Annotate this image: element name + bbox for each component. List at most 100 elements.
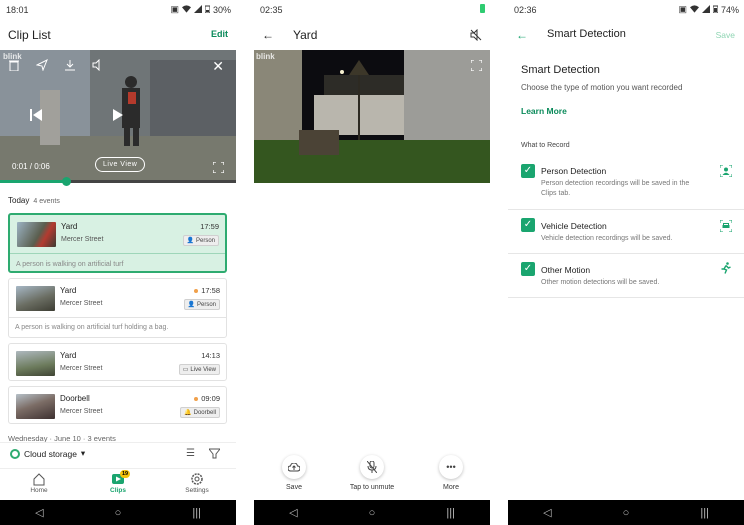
clip-item[interactable]: Yard Mercer Street 14:13 ▭ Live View bbox=[8, 343, 227, 381]
bottom-tab-bar: Home Clips Settings bbox=[0, 468, 236, 498]
recents-icon[interactable]: ||| bbox=[685, 507, 725, 519]
battery-icon bbox=[712, 5, 719, 15]
battery-level: 30% bbox=[212, 4, 231, 15]
clip-location: Mercer Street bbox=[60, 408, 103, 415]
mic-off-icon bbox=[360, 455, 384, 479]
bell-icon: 🔔 bbox=[184, 410, 192, 416]
person-detection-checkbox[interactable]: ✓ bbox=[521, 164, 535, 178]
vehicle-frame-icon bbox=[719, 219, 733, 235]
home-nav-icon[interactable]: ○ bbox=[352, 507, 392, 519]
unmute-label: Tap to unmute bbox=[349, 484, 395, 491]
tab-clips-label: Clips bbox=[110, 487, 126, 494]
clip-item[interactable]: Doorbell Mercer Street 09:09 🔔 Doorbell bbox=[8, 386, 227, 424]
status-bar: 02:36 ▣ 74% bbox=[508, 0, 744, 20]
wifi-icon bbox=[181, 4, 191, 15]
close-icon[interactable]: ✕ bbox=[212, 58, 224, 75]
clip-badge: 👤 Person bbox=[182, 235, 219, 246]
more-icon: ••• bbox=[439, 455, 463, 479]
clip-video-player[interactable]: blink ✕ 0:01 / 0:06 Live View bbox=[0, 50, 236, 182]
nfc-icon: ▣ bbox=[678, 4, 687, 14]
home-nav-icon[interactable]: ○ bbox=[98, 507, 138, 519]
download-icon[interactable] bbox=[64, 58, 78, 72]
tab-settings[interactable]: Settings bbox=[167, 472, 227, 494]
recents-icon[interactable]: ||| bbox=[431, 507, 471, 519]
app-header: ← Yard bbox=[254, 24, 490, 48]
filter-icon[interactable] bbox=[207, 448, 222, 462]
playback-time: 0:01 / 0:06 bbox=[12, 162, 50, 171]
app-header: Clip List Edit bbox=[0, 24, 236, 48]
previous-icon[interactable] bbox=[30, 108, 42, 124]
clip-camera-name: Doorbell bbox=[60, 394, 90, 403]
clip-location: Mercer Street bbox=[61, 236, 104, 243]
clips-count-badge: 19 bbox=[120, 470, 131, 478]
save-label: Save bbox=[286, 484, 302, 491]
edit-button[interactable]: Edit bbox=[211, 29, 228, 39]
adjust-icon[interactable]: ☰ bbox=[186, 448, 195, 462]
clip-divider bbox=[10, 253, 225, 254]
android-nav-bar: ◁ ○ ||| bbox=[254, 500, 490, 525]
option-other-motion[interactable]: ✓ Other Motion Other motion detections w… bbox=[508, 261, 744, 297]
status-time: 02:35 bbox=[260, 5, 283, 15]
clip-badge-label: Person bbox=[195, 237, 215, 244]
tab-clips[interactable]: Clips bbox=[88, 472, 148, 494]
clip-time: 09:09 bbox=[194, 394, 220, 403]
live-view-button[interactable]: Live View bbox=[95, 157, 146, 172]
unmute-button[interactable]: Tap to unmute bbox=[332, 453, 412, 491]
volume-icon[interactable] bbox=[92, 58, 106, 72]
tab-home[interactable]: Home bbox=[9, 472, 69, 494]
more-button[interactable]: ••• More bbox=[411, 453, 490, 491]
clip-item[interactable]: Yard Mercer Street 17:58 👤 Person A perso… bbox=[8, 278, 227, 338]
fullscreen-icon[interactable] bbox=[212, 160, 225, 178]
muted-speaker-icon[interactable] bbox=[470, 28, 482, 46]
play-icon[interactable] bbox=[113, 108, 123, 124]
option-description: Person detection recordings will be save… bbox=[541, 180, 690, 197]
unviewed-dot bbox=[194, 397, 199, 402]
clip-badge-label: Doorbell bbox=[193, 409, 216, 416]
home-nav-icon[interactable]: ○ bbox=[606, 507, 646, 519]
what-to-record-header: What to Record bbox=[521, 142, 570, 149]
other-motion-checkbox[interactable]: ✓ bbox=[521, 262, 535, 276]
back-icon[interactable]: ◁ bbox=[273, 506, 313, 519]
playback-progress[interactable] bbox=[0, 177, 236, 186]
clip-location: Mercer Street bbox=[60, 300, 103, 307]
page-title: Yard bbox=[293, 28, 318, 42]
fullscreen-icon[interactable] bbox=[470, 58, 483, 76]
live-view-screen: 02:35 ← Yard blink Save Tap to unmute ••… bbox=[254, 0, 490, 525]
smart-detection-screen: 02:36 ▣ 74% ← Smart Detection Save Smart… bbox=[508, 0, 744, 525]
recents-icon[interactable]: ||| bbox=[177, 507, 217, 519]
option-vehicle-detection[interactable]: ✓ Vehicle Detection Vehicle detection re… bbox=[508, 217, 744, 253]
option-description: Other motion detections will be saved. bbox=[541, 279, 660, 286]
back-arrow-icon[interactable]: ← bbox=[516, 28, 528, 42]
nfc-icon: ▣ bbox=[170, 4, 179, 14]
share-icon[interactable] bbox=[35, 58, 50, 72]
option-title: Vehicle Detection bbox=[541, 221, 607, 231]
cloud-storage-selector[interactable]: Cloud storage ▾ bbox=[10, 448, 85, 459]
clip-badge-label: Live View bbox=[190, 366, 216, 373]
vehicle-detection-checkbox[interactable]: ✓ bbox=[521, 218, 535, 232]
back-icon[interactable]: ◁ bbox=[527, 506, 567, 519]
save-button[interactable]: Save bbox=[254, 453, 334, 491]
save-button[interactable]: Save bbox=[716, 30, 735, 40]
clip-time: 17:59 bbox=[200, 222, 219, 231]
section-subtitle: Choose the type of motion you want recor… bbox=[521, 83, 683, 92]
clip-list-screen: 18:01 ▣ 30% Clip List Edit blink ✕ 0:01 … bbox=[0, 0, 236, 525]
divider bbox=[508, 209, 744, 210]
home-icon bbox=[32, 472, 46, 486]
cloud-storage-label: Cloud storage bbox=[24, 448, 77, 459]
clip-description: A person is walking on artificial turf h… bbox=[15, 324, 169, 331]
today-section-header: Today 4 events bbox=[8, 196, 60, 205]
learn-more-link[interactable]: Learn More bbox=[521, 106, 567, 116]
clip-camera-name: Yard bbox=[60, 351, 77, 360]
clip-thumbnail bbox=[16, 394, 55, 419]
option-person-detection[interactable]: ✓ Person Detection Person detection reco… bbox=[508, 162, 744, 208]
clip-item[interactable]: Yard Mercer Street 17:59 👤 Person A perso… bbox=[8, 213, 227, 273]
blink-logo: blink bbox=[3, 52, 22, 61]
divider bbox=[508, 297, 744, 298]
page-title: Smart Detection bbox=[547, 28, 626, 40]
back-icon[interactable]: ◁ bbox=[19, 506, 59, 519]
progress-handle[interactable] bbox=[62, 177, 72, 186]
live-video-feed[interactable]: blink bbox=[254, 50, 490, 183]
clip-time-value: 09:09 bbox=[201, 394, 220, 403]
clip-thumbnail bbox=[16, 286, 55, 311]
back-arrow-icon[interactable]: ← bbox=[262, 28, 274, 42]
